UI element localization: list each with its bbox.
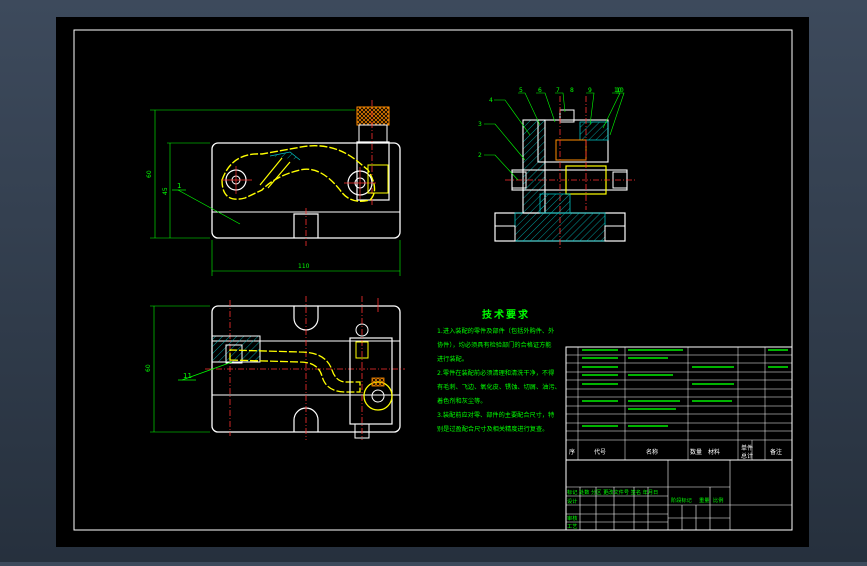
tech-req-line: 1.进入装配的零件及部件（包括外购件、外 [437,327,554,335]
drawing-sheet [56,17,809,547]
svg-text:5: 5 [519,87,523,94]
svg-text:7: 7 [556,87,560,94]
front-view-callout: 1 [177,182,181,190]
svg-text:4: 4 [489,97,493,104]
cad-drawing-canvas: 1 60 45 110 11 60 2 3 4 5 6 7 8 9 10 技术要… [56,17,809,547]
svg-text:3: 3 [478,121,482,128]
tech-req-line: 有毛刺、飞边、氧化皮、锈蚀、切屑、油污、 [437,383,561,391]
title-block-label: 比例 [713,496,723,504]
title-block-header: 名称 [646,448,658,456]
drawing-viewport[interactable]: 1 60 45 110 11 60 2 3 4 5 6 7 8 9 10 技术要… [0,0,867,562]
title-block-label: 工艺 [567,523,577,530]
title-block-label: 重量 [699,496,709,504]
svg-text:2: 2 [478,152,482,159]
tech-req-line: 协件），均必须具有检验部门的合格证方能 [437,341,551,349]
title-block-header: 序 [569,448,575,456]
front-view-dim-length: 110 [298,263,310,270]
tech-req-title: 技术要求 [482,308,530,321]
plan-view-callout: 11 [183,372,192,380]
tech-req-line: 进行装配。 [437,355,468,363]
tech-req-line: 2.零件在装配前必须清理和清洗干净，不得 [437,369,554,377]
title-block-label: 标记 处数 分区 更改文件号 签名 年月日 [567,488,658,496]
title-block-label: 阶段标记 [671,496,692,504]
tech-req-line: 别是过盈配合尺寸及相关精度进行复查。 [437,425,548,433]
title-block-header: 总计 [741,452,753,460]
title-block-header: 材料 [708,448,720,456]
front-view-dim-height-inner: 45 [162,187,169,195]
title-block-header: 代号 [594,448,606,456]
svg-text:6: 6 [538,87,542,94]
tech-req-line: 着色剂和灰尘等。 [437,397,487,405]
title-block-header: 单件 [741,444,753,452]
tech-req-line: 3.装配前应对零、部件的主要配合尺寸，特 [437,411,554,419]
svg-text:9: 9 [588,87,592,94]
front-view-knurled-knob [356,106,390,126]
title-block-header: 备注 [770,448,782,456]
title-block-label: 设计 [567,497,577,505]
title-block-header: 数量 [690,448,702,456]
plan-view-dim-width: 60 [145,364,152,372]
title-block-label: 审核 [567,514,577,522]
svg-text:8: 8 [570,87,574,94]
front-view-dim-height-outer: 60 [146,170,153,178]
